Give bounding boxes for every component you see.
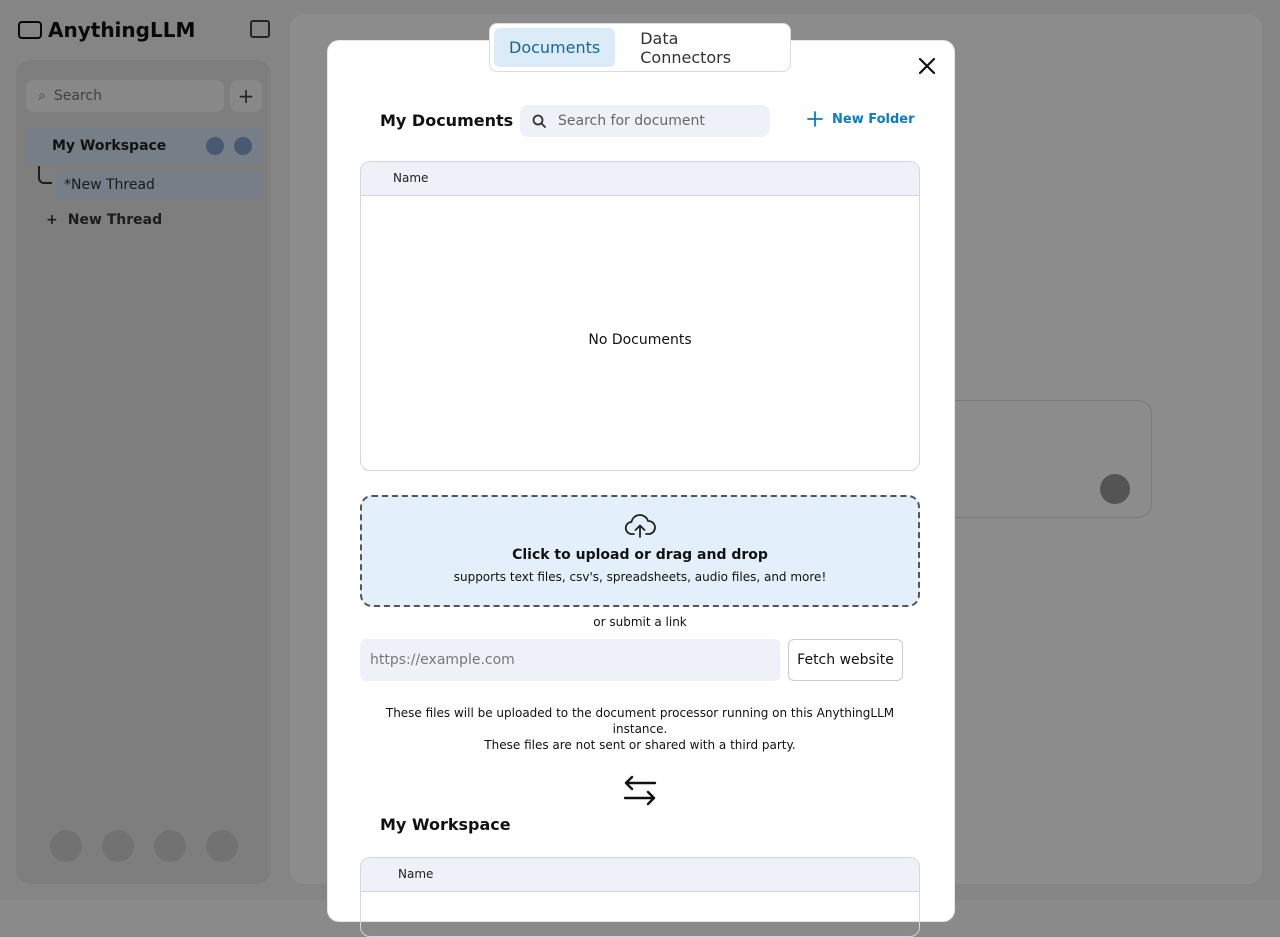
close-icon <box>919 58 935 74</box>
workspace-documents-table: Name <box>360 857 920 937</box>
swap-arrows-icon[interactable] <box>622 774 658 808</box>
fetch-website-button[interactable]: Fetch website <box>788 639 903 681</box>
workspace-table-header: Name <box>361 858 919 892</box>
document-search-input[interactable] <box>556 112 760 130</box>
plus-icon <box>807 111 823 127</box>
documents-table: Name No Documents <box>360 161 920 471</box>
column-header-name: Name <box>393 171 429 185</box>
tab-data-connectors[interactable]: Data Connectors <box>625 28 786 67</box>
search-icon <box>532 114 546 128</box>
document-search[interactable] <box>520 105 770 137</box>
my-documents-title: My Documents <box>380 111 514 130</box>
my-workspace-title: My Workspace <box>380 815 511 834</box>
modal-tabs: Documents Data Connectors <box>489 23 791 72</box>
cloud-upload-icon <box>624 514 656 538</box>
empty-documents-message: No Documents <box>588 332 692 348</box>
privacy-line-2: These files are not sent or shared with … <box>484 738 796 752</box>
close-button[interactable] <box>913 52 941 80</box>
documents-table-header: Name <box>361 162 919 196</box>
new-folder-label: New Folder <box>832 111 915 127</box>
upload-subtitle: supports text files, csv's, spreadsheets… <box>453 570 827 584</box>
privacy-line-1: These files will be uploaded to the docu… <box>385 706 895 736</box>
privacy-notice: These files will be uploaded to the docu… <box>360 705 920 753</box>
column-header-name: Name <box>398 867 434 881</box>
new-folder-button[interactable]: New Folder <box>806 110 915 128</box>
upload-dropzone[interactable]: Click to upload or drag and drop support… <box>360 495 920 607</box>
tab-documents[interactable]: Documents <box>494 28 616 67</box>
upload-title: Click to upload or drag and drop <box>512 547 768 563</box>
url-input[interactable] <box>360 639 780 681</box>
or-submit-link-label: or submit a link <box>593 615 687 629</box>
